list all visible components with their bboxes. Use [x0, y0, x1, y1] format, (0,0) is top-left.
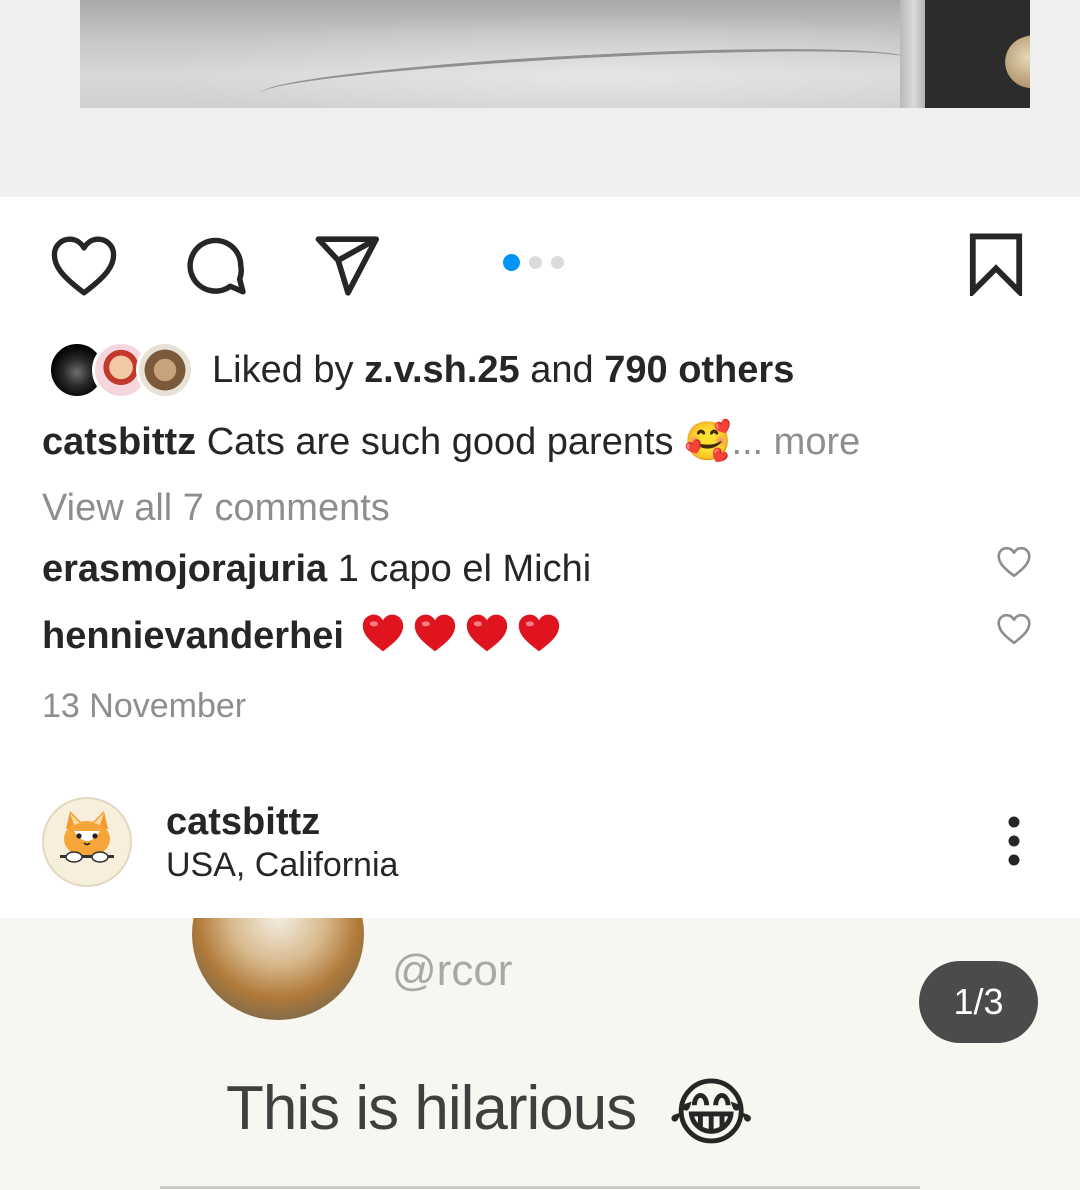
red-heart-emoji	[414, 614, 455, 652]
red-heart-emoji	[362, 614, 403, 652]
post-caption: catsbittz Cats are such good parents 🥰..…	[42, 418, 860, 465]
small-heart-icon	[997, 546, 1031, 578]
post-options-button[interactable]	[992, 810, 1036, 872]
share-icon	[315, 236, 379, 296]
likes-others[interactable]: 790 others	[604, 349, 794, 391]
red-heart-emoji	[466, 614, 507, 652]
carousel-dot	[551, 256, 564, 269]
meme-text: This is hilarious	[226, 1074, 637, 1143]
post-media-bottom[interactable]: @rcor This is hilarious 😂	[0, 918, 1080, 1190]
heart-icon	[51, 236, 117, 296]
carousel-dot	[529, 256, 542, 269]
carousel-dot-active	[503, 254, 520, 271]
small-heart-icon	[997, 613, 1031, 645]
comment-username[interactable]: hennievanderhei	[42, 615, 344, 657]
comment-hearts	[361, 614, 569, 657]
comment-row: erasmojorajuria 1 capo el Michi	[42, 546, 591, 592]
post-photo	[80, 0, 1030, 108]
carousel-indicator	[503, 254, 564, 271]
view-all-comments-link[interactable]: View all 7 comments	[42, 485, 390, 531]
cat-logo-icon	[60, 811, 114, 863]
red-heart-emoji	[518, 614, 559, 652]
avatar	[136, 341, 194, 399]
comment-row: hennievanderhei	[42, 612, 569, 659]
meme-handle: @rcor	[392, 946, 513, 995]
post-date: 13 November	[42, 687, 247, 725]
more-vertical-icon	[1008, 816, 1020, 866]
post-media-top[interactable]	[0, 0, 1080, 197]
caption-more-link[interactable]: ... more	[731, 421, 860, 463]
next-post-location[interactable]: USA, California	[166, 845, 398, 885]
liked-by-avatars[interactable]	[48, 341, 194, 399]
comment-like-button[interactable]	[994, 611, 1034, 647]
liked-by-user[interactable]: z.v.sh.25	[364, 349, 520, 391]
caption-username[interactable]: catsbittz	[42, 421, 196, 463]
caption-text: Cats are such good parents	[206, 421, 674, 463]
comment-username[interactable]: erasmojorajuria	[42, 548, 327, 590]
share-button[interactable]	[312, 233, 384, 299]
like-button[interactable]	[48, 233, 120, 299]
meme-profile-photo	[192, 918, 364, 1020]
save-button[interactable]	[964, 229, 1028, 299]
carousel-counter: 1/3	[919, 961, 1038, 1043]
likes-connector: and	[519, 349, 605, 391]
likes-summary[interactable]: Liked by z.v.sh.25 and 790 others	[212, 347, 794, 393]
bookmark-icon	[969, 233, 1023, 296]
meme-emoji: 😂	[668, 1070, 755, 1156]
comment-button[interactable]	[180, 233, 252, 301]
comment-text: 1 capo el Michi	[337, 548, 592, 590]
caption-emoji: 🥰	[684, 419, 732, 463]
comment-like-button[interactable]	[994, 544, 1034, 580]
divider	[160, 1186, 920, 1189]
profile-avatar[interactable]	[42, 797, 132, 887]
next-post-username[interactable]: catsbittz	[166, 800, 320, 844]
comment-icon	[187, 237, 246, 295]
likes-prefix: Liked by	[212, 349, 365, 391]
